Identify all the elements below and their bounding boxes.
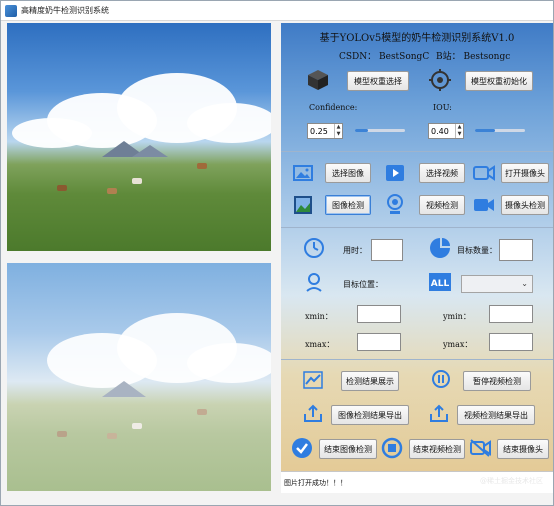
stop-circle-icon: [381, 437, 403, 459]
camera-off-icon: [470, 439, 491, 457]
show-results-button[interactable]: 检测结果展示: [341, 371, 399, 391]
image-detect-icon: [294, 196, 312, 214]
cow: [197, 409, 207, 415]
export-video-results-button[interactable]: 视频检测结果导出: [457, 405, 535, 425]
cloud: [12, 118, 92, 148]
time-label: 用时：: [343, 246, 367, 255]
iou-label: IOU:: [433, 103, 452, 112]
status-bar: 图片打开成功！！！ @稀土掘金技术社区: [281, 471, 553, 493]
confidence-value: 0.25: [310, 126, 328, 136]
spin-arrows-icon[interactable]: ▲ ▼: [455, 124, 463, 138]
detection-result-image: [7, 263, 271, 491]
confidence-label: Confidence:: [309, 103, 358, 112]
mountain: [102, 381, 146, 397]
control-panel: 基于YOLOv5模型的奶牛检测识别系统V1.0 CSDN： BestSongC …: [281, 23, 553, 493]
target-select-dropdown[interactable]: ⌄: [461, 275, 533, 293]
end-image-detect-button[interactable]: 结束图像检测: [319, 439, 377, 459]
ymax-label: ymax：: [443, 340, 473, 349]
app-window: 高精度奶牛检测识别系统 基于YOLOv5模型的奶牛检测识别系统V1.0 CSDN…: [0, 0, 554, 506]
cloud: [187, 343, 271, 383]
xmax-label: xmax：: [305, 340, 335, 349]
svg-text:ALL: ALL: [431, 279, 450, 289]
all-icon: ALL: [429, 273, 451, 291]
cow: [132, 178, 142, 184]
title-bar: 高精度奶牛检测识别系统: [1, 1, 553, 21]
cow: [107, 188, 117, 194]
divider: [281, 151, 553, 152]
end-camera-button[interactable]: 结束摄像头: [497, 439, 549, 459]
iou-slider-fill: [475, 129, 495, 132]
target-position-label: 目标位置：: [343, 280, 383, 289]
webcam-icon: [387, 194, 403, 214]
upload-icon: [430, 404, 448, 422]
target-count-field: [499, 239, 533, 261]
target-count-label: 目标数量：: [457, 246, 497, 255]
spin-arrows-icon[interactable]: ▲ ▼: [334, 124, 342, 138]
watermark: @稀土掘金技术社区: [480, 477, 543, 485]
app-heading: 基于YOLOv5模型的奶牛检测识别系统V1.0: [319, 33, 515, 44]
video-detect-button[interactable]: 视频检测: [419, 195, 465, 215]
cow: [197, 163, 207, 169]
end-video-detect-button[interactable]: 结束视频检测: [409, 439, 465, 459]
iou-slider[interactable]: [475, 129, 525, 132]
model-weight-init-button[interactable]: 模型权重初始化: [465, 71, 533, 91]
crosshair-icon: [429, 69, 451, 91]
select-image-button[interactable]: 选择图像: [325, 163, 371, 183]
clock-icon: [304, 238, 324, 258]
status-message: 图片打开成功！！！: [284, 478, 347, 487]
chevron-down-icon: ⌄: [521, 279, 528, 288]
confidence-slider[interactable]: [355, 129, 405, 132]
check-circle-icon: [292, 438, 312, 458]
camera-icon: [473, 165, 495, 181]
video-play-icon: [386, 165, 404, 181]
ymin-field: [489, 305, 533, 323]
xmax-field: [357, 333, 401, 351]
open-camera-button[interactable]: 打开摄像头: [501, 163, 549, 183]
cube-icon: [308, 70, 328, 90]
app-icon: [5, 4, 17, 17]
divider: [281, 227, 553, 228]
location-icon: [306, 273, 322, 292]
ymin-label: ymin：: [443, 312, 471, 321]
model-weight-select-button[interactable]: 模型权重选择: [347, 71, 409, 91]
pause-icon: [432, 370, 450, 388]
cow: [107, 433, 117, 439]
select-video-button[interactable]: 选择视频: [419, 163, 465, 183]
pause-video-button[interactable]: 暂停视频检测: [463, 371, 531, 391]
bilibili-label: B站： Bestsongc: [436, 52, 511, 62]
original-image: [7, 23, 271, 251]
window-title: 高精度奶牛检测识别系统: [21, 6, 109, 15]
iou-spinbox[interactable]: 0.40 ▲ ▼: [428, 123, 464, 139]
cow: [57, 185, 67, 191]
line-chart-icon: [303, 371, 323, 389]
confidence-spinbox[interactable]: 0.25 ▲ ▼: [307, 123, 343, 139]
camera-detect-button[interactable]: 摄像头检测: [501, 195, 549, 215]
xmin-field: [357, 305, 401, 323]
cloud: [187, 103, 271, 143]
pie-chart-icon: [430, 238, 450, 258]
image-detect-button[interactable]: 图像检测: [325, 195, 371, 215]
export-image-results-button[interactable]: 图像检测结果导出: [331, 405, 409, 425]
confidence-slider-fill: [355, 129, 368, 132]
image-icon: [293, 165, 313, 181]
ymax-field: [489, 333, 533, 351]
csdn-label: CSDN： BestSongC: [339, 52, 430, 62]
iou-value: 0.40: [431, 126, 449, 136]
mountain: [132, 145, 168, 157]
time-field: [371, 239, 403, 261]
xmin-label: xmin：: [305, 312, 333, 321]
upload-icon: [304, 404, 322, 422]
divider: [281, 359, 553, 360]
cow: [132, 423, 142, 429]
cow: [57, 431, 67, 437]
video-camera-icon: [474, 199, 494, 211]
